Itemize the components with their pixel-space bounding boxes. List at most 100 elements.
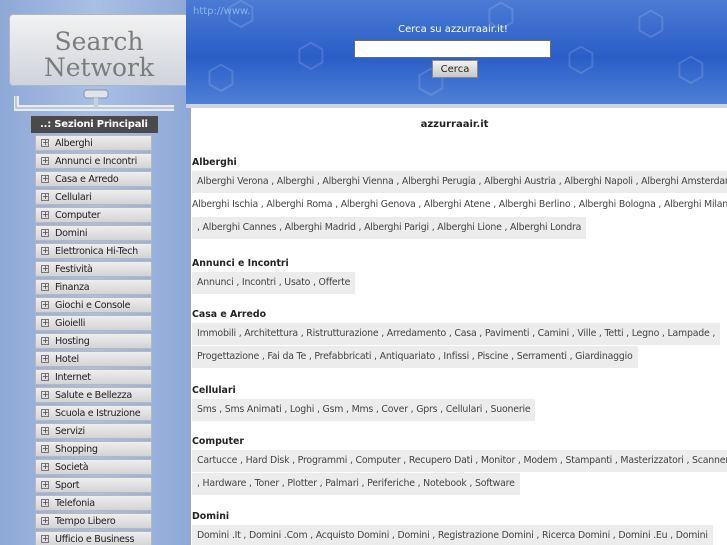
- menu-item-gioielli[interactable]: + Gioielli: [35, 315, 152, 331]
- decorative-pipe-connector: [14, 89, 174, 111]
- expand-plus-icon: +: [41, 246, 49, 255]
- menu-item-telefonia[interactable]: + Telefonia: [35, 495, 152, 511]
- menu-item-label: Computer: [55, 209, 101, 221]
- menu-item-label: Ufficio e Business: [55, 533, 135, 545]
- expand-plus-icon: +: [41, 318, 49, 327]
- keyword-section-alberghi: Alberghi Alberghi Verona , Alberghi , Alb…: [192, 157, 727, 240]
- expand-plus-icon: +: [41, 426, 49, 435]
- menu-item-label: Società: [55, 461, 89, 473]
- menu-item-label: Sport: [55, 479, 80, 491]
- expand-plus-icon: +: [41, 516, 49, 525]
- menu-item-label: Giochi e Console: [55, 299, 131, 311]
- menu-item-label: Tempo Libero: [55, 515, 116, 527]
- keyword-links[interactable]: Immobili , Architettura , Ristrutturazio…: [192, 323, 721, 345]
- section-title: Domini: [192, 511, 230, 522]
- keyword-links[interactable]: , Hardware , Toner , Plotter , Palmari ,…: [192, 473, 520, 495]
- keyword-links[interactable]: Cartucce , Hard Disk , Programmi , Compu…: [192, 450, 727, 472]
- keyword-section-casa-e-arredo: Casa e Arredo Immobili , Architettura , R…: [192, 309, 721, 369]
- expand-plus-icon: +: [41, 138, 49, 147]
- expand-plus-icon: +: [41, 480, 49, 489]
- menu-item-label: Finanza: [55, 281, 90, 293]
- search-button[interactable]: Cerca: [432, 60, 478, 78]
- menu-item-tempo-libero[interactable]: + Tempo Libero: [35, 513, 152, 529]
- menu-item-sport[interactable]: + Sport: [35, 477, 152, 493]
- expand-plus-icon: +: [41, 534, 49, 543]
- keyword-links[interactable]: Progettazione , Fai da Te , Prefabbricat…: [192, 346, 638, 368]
- menu-item-label: Festività: [55, 263, 93, 275]
- expand-plus-icon: +: [41, 354, 49, 363]
- expand-plus-icon: +: [41, 390, 49, 399]
- menu-item-computer[interactable]: + Computer: [35, 207, 152, 223]
- section-title: Computer: [192, 436, 244, 447]
- menu-item-label: Telefonia: [55, 497, 95, 509]
- keyword-links[interactable]: Annunci , Incontri , Usato , Offerte: [192, 272, 356, 294]
- expand-plus-icon: +: [41, 444, 49, 453]
- keyword-line: Domini .It , Domini .Com , Acquisto Domi…: [192, 525, 713, 545]
- menu-item-label: Servizi: [55, 425, 85, 437]
- menu-item-hotel[interactable]: + Hotel: [35, 351, 152, 367]
- menu-item-festivit-[interactable]: + Festività: [35, 261, 152, 277]
- menu-item-internet[interactable]: + Internet: [35, 369, 152, 385]
- menu-item-finanza[interactable]: + Finanza: [35, 279, 152, 295]
- menu-item-label: Annunci e Incontri: [55, 155, 137, 167]
- keyword-line: Immobili , Architettura , Ristrutturazio…: [192, 323, 721, 345]
- expand-plus-icon: +: [41, 336, 49, 345]
- expand-plus-icon: +: [41, 498, 49, 507]
- keyword-links[interactable]: Alberghi Ischia , Alberghi Roma , Alberg…: [192, 194, 727, 216]
- menu-item-label: Alberghi: [55, 137, 93, 149]
- keyword-section-computer: Computer Cartucce , Hard Disk , Programmi…: [192, 436, 727, 496]
- menu-item-domini[interactable]: + Domini: [35, 225, 152, 241]
- menu-item-annunci-e-incontri[interactable]: + Annunci e Incontri: [35, 153, 152, 169]
- menu-item-label: Casa e Arredo: [55, 173, 119, 185]
- keyword-section-cellulari: Cellulari Sms , Sms Animati , Loghi , Gsm…: [192, 385, 536, 422]
- expand-plus-icon: +: [41, 462, 49, 471]
- keyword-links[interactable]: Domini .It , Domini .Com , Acquisto Domi…: [192, 525, 713, 545]
- menu-item-casa-e-arredo[interactable]: + Casa e Arredo: [35, 171, 152, 187]
- keyword-section-annunci-e-incontri: Annunci e Incontri Annunci , Incontri , U…: [192, 258, 356, 295]
- main-content: azzurraair.it Alberghi Alberghi Verona , …: [190, 108, 727, 545]
- menu-item-label: Gioielli: [55, 317, 86, 329]
- banner-url-text: http://www.: [193, 6, 251, 17]
- menu-item-cellulari[interactable]: + Cellulari: [35, 189, 152, 205]
- keyword-line: Cartucce , Hard Disk , Programmi , Compu…: [192, 450, 727, 472]
- keyword-line: Alberghi Verona , Alberghi , Alberghi Vi…: [192, 171, 727, 193]
- search-label: Cerca su azzurraair.it!: [398, 24, 508, 35]
- keyword-links[interactable]: Alberghi Verona , Alberghi , Alberghi Vi…: [192, 171, 727, 193]
- keyword-line: Sms , Sms Animati , Loghi , Gsm , Mms , …: [192, 399, 536, 421]
- search-network-logo[interactable]: Search Network: [9, 14, 189, 86]
- keyword-line: Annunci , Incontri , Usato , Offerte: [192, 272, 356, 294]
- menu-item-servizi[interactable]: + Servizi: [35, 423, 152, 439]
- menu-item-label: Hosting: [55, 335, 90, 347]
- keyword-links[interactable]: , Alberghi Cannes , Alberghi Madrid , Al…: [192, 217, 587, 239]
- keyword-line: Alberghi Ischia , Alberghi Roma , Alberg…: [192, 194, 727, 214]
- keyword-line: Progettazione , Fai da Te , Prefabbricat…: [192, 346, 720, 368]
- menu-item-alberghi[interactable]: + Alberghi: [35, 135, 152, 151]
- expand-plus-icon: +: [41, 300, 49, 309]
- keyword-section-domini: Domini Domini .It , Domini .Com , Acquist…: [192, 511, 713, 545]
- expand-plus-icon: +: [41, 156, 49, 165]
- expand-plus-icon: +: [41, 174, 49, 183]
- logo-line-2: Network: [43, 53, 155, 82]
- site-title: azzurraair.it: [420, 119, 489, 130]
- menu-item-giochi-e-console[interactable]: + Giochi e Console: [35, 297, 152, 313]
- search-input[interactable]: [354, 40, 551, 58]
- menu-item-societ-[interactable]: + Società: [35, 459, 152, 475]
- logo-line-1: Search: [54, 27, 144, 56]
- menu-item-shopping[interactable]: + Shopping: [35, 441, 152, 457]
- expand-plus-icon: +: [41, 408, 49, 417]
- left-column: Search Network ..: Sezioni Principali :.…: [0, 0, 190, 545]
- expand-plus-icon: +: [41, 282, 49, 291]
- menu-item-hosting[interactable]: + Hosting: [35, 333, 152, 349]
- menu-item-ufficio-e-business[interactable]: + Ufficio e Business: [35, 531, 152, 545]
- menu-item-elettronica-hi-tech[interactable]: + Elettronica Hi-Tech: [35, 243, 152, 259]
- expand-plus-icon: +: [41, 210, 49, 219]
- menu-item-scuola-e-istruzione[interactable]: + Scuola e Istruzione: [35, 405, 152, 421]
- menu-item-label: Domini: [55, 227, 88, 239]
- keyword-line: , Hardware , Toner , Plotter , Palmari ,…: [192, 473, 727, 495]
- menu-item-label: Internet: [55, 371, 91, 383]
- menu-item-salute-e-bellezza[interactable]: + Salute e Bellezza: [35, 387, 152, 403]
- keyword-links[interactable]: Sms , Sms Animati , Loghi , Gsm , Mms , …: [192, 399, 536, 421]
- section-title: Annunci e Incontri: [192, 258, 289, 269]
- menu-item-label: Elettronica Hi-Tech: [55, 245, 138, 257]
- menu-item-label: Scuola e Istruzione: [55, 407, 141, 419]
